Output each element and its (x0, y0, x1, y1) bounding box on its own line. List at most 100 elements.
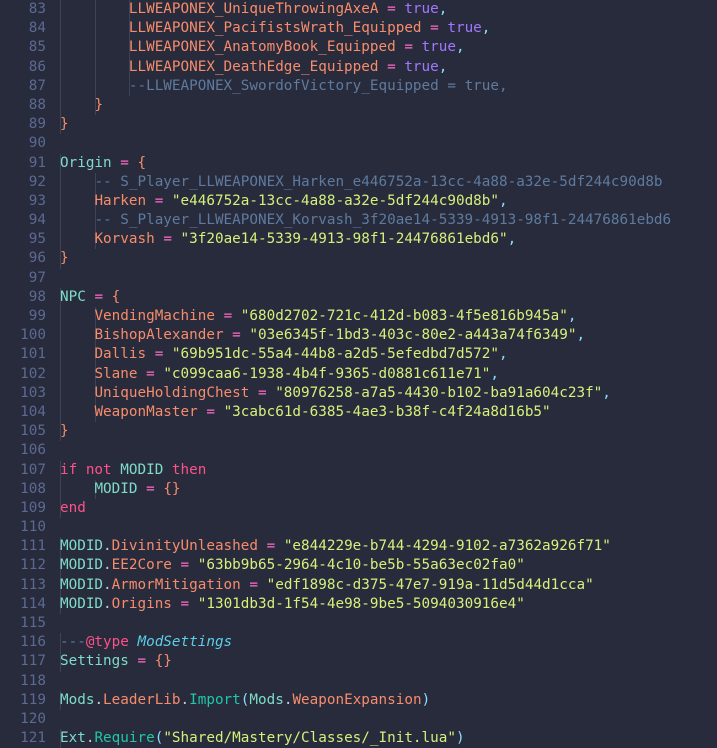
code-line[interactable]: 109 end (0, 498, 717, 519)
code-line[interactable]: 115 (0, 614, 717, 633)
line-number: 88 (28, 96, 46, 113)
code-line[interactable]: 112 MODID.EE2Core = "63bb9b65-2964-4c10-b… (0, 556, 717, 576)
code-token: Mods (60, 691, 95, 708)
code-token: end (60, 499, 86, 516)
code-line[interactable]: 102 Slane = "c099caa6-1938-4b4f-9365-d08… (0, 364, 717, 384)
line-content[interactable]: Ext.Require("Shared/Mastery/Classes/_Ini… (60, 729, 465, 748)
code-line[interactable]: 100 BishopAlexander = "03e6345f-1bd3-403… (0, 326, 717, 346)
code-token: = (163, 231, 172, 248)
line-content[interactable]: -- S_Player_LLWEAPONEX_Harken_e446752a-1… (60, 173, 662, 192)
line-content[interactable]: Origin = { (60, 154, 146, 173)
line-content[interactable]: UniqueHoldingChest = "80976258-a7a5-4430… (60, 384, 610, 403)
code-line[interactable]: 99 VendingMachine = "680d2702-721c-412d-… (0, 307, 717, 327)
code-line[interactable]: 88 } (0, 95, 717, 116)
line-content[interactable]: Dallis = "69b951dc-55a4-44b8-a2d5-5efedb… (60, 345, 508, 364)
code-line[interactable]: 120 (0, 710, 717, 729)
line-content[interactable]: LLWEAPONEX_AnatomyBook_Equipped = true, (60, 38, 465, 57)
code-token: true (421, 39, 456, 56)
code-line[interactable]: 89} (0, 115, 717, 135)
line-content[interactable]: Harken = "e446752a-13cc-4a88-a32e-5df244… (60, 192, 507, 211)
code-lines-container[interactable]: 83 LLWEAPONEX_UniqueThrowingAxeA = true,… (0, 0, 717, 748)
code-token: , (499, 346, 508, 363)
code-line[interactable]: 103 UniqueHoldingChest = "80976258-a7a5-… (0, 383, 717, 403)
code-token: = (206, 403, 215, 420)
line-content[interactable]: } (60, 249, 69, 268)
code-line[interactable]: 101 Dallis = "69b951dc-55a4-44b8-a2d5-5e… (0, 345, 717, 365)
code-token: MODID (60, 576, 104, 593)
code-line[interactable]: 90 (0, 134, 717, 153)
code-line[interactable]: 83 LLWEAPONEX_UniqueThrowingAxeA = true, (0, 0, 717, 20)
line-content[interactable]: --LLWEAPONEX_SwordofVictory_Equipped = t… (60, 77, 508, 96)
code-line[interactable]: 87 --LLWEAPONEX_SwordofVictory_Equipped … (0, 76, 717, 96)
code-token: , (481, 20, 491, 37)
line-content[interactable]: WeaponMaster = "3cabc61d-6385-4ae3-b38f-… (60, 403, 550, 422)
line-content[interactable]: -- S_Player_LLWEAPONEX_Korvash_3f20ae14-… (60, 211, 671, 230)
code-line[interactable]: 105} (0, 422, 717, 442)
code-line[interactable]: 93 Harken = "e446752a-13cc-4a88-a32e-5df… (0, 191, 717, 212)
code-token: { (137, 154, 147, 171)
code-line[interactable]: 94 -- S_Player_LLWEAPONEX_Korvash_3f20ae… (0, 211, 717, 231)
code-line[interactable]: 108 MODID = {} (0, 479, 717, 499)
code-line[interactable]: 104 WeaponMaster = "3cabc61d-6385-4ae3-b… (0, 402, 717, 423)
line-content[interactable]: MODID.ArmorMitigation = "edf1898c-d375-4… (60, 576, 594, 595)
code-line[interactable]: 97 (0, 269, 717, 288)
line-content[interactable]: Mods.LeaderLib.Import(Mods.WeaponExpansi… (60, 691, 430, 710)
line-content[interactable]: BishopAlexander = "03e6345f-1bd3-403c-80… (60, 326, 585, 345)
code-line[interactable]: 117 Settings = {} (0, 652, 717, 672)
line-content[interactable]: VendingMachine = "680d2702-721c-412d-b08… (60, 307, 576, 326)
line-content[interactable]: end (60, 499, 86, 518)
code-line[interactable]: 92 -- S_Player_LLWEAPONEX_Harken_e446752… (0, 172, 717, 192)
line-content[interactable]: MODID.EE2Core = "63bb9b65-2964-4c10-be5b… (60, 556, 525, 575)
code-line[interactable]: 107 if not MODID then (0, 460, 717, 480)
code-line[interactable]: 113 MODID.ArmorMitigation = "edf1898c-d37… (0, 575, 717, 595)
code-line[interactable]: 118 (0, 672, 717, 691)
line-content[interactable]: Settings = {} (60, 652, 172, 671)
line-number: 95 (28, 231, 46, 248)
code-line[interactable]: 86 LLWEAPONEX_DeathEdge_Equipped = true, (0, 57, 717, 77)
line-content[interactable]: LLWEAPONEX_UniqueThrowingAxeA = true, (60, 0, 448, 19)
code-line[interactable]: 110 (0, 518, 717, 537)
code-line[interactable]: 121 Ext.Require("Shared/Mastery/Classes/_… (0, 729, 717, 748)
code-token: WeaponMaster (94, 403, 198, 420)
line-content[interactable]: MODID = {} (60, 480, 180, 499)
line-content[interactable]: Slane = "c099caa6-1938-4b4f-9365-d0881c6… (60, 365, 499, 384)
line-content[interactable]: LLWEAPONEX_DeathEdge_Equipped = true, (60, 58, 448, 77)
code-token: Slane (94, 365, 138, 382)
code-line[interactable]: 96} (0, 249, 717, 269)
line-content[interactable]: } (60, 96, 103, 115)
line-content[interactable]: LLWEAPONEX_PacifistsWrath_Equipped = tru… (60, 19, 491, 38)
code-line[interactable]: 84 LLWEAPONEX_PacifistsWrath_Equipped = … (0, 19, 717, 39)
code-token: then (171, 461, 207, 478)
line-content[interactable]: Korvash = "3f20ae14-5339-4913-98f1-24476… (60, 230, 516, 249)
line-content[interactable]: MODID.Origins = "1301db3d-1f54-4e98-9be5… (60, 595, 525, 614)
code-line[interactable]: 98 NPC = { (0, 287, 717, 307)
line-content[interactable]: NPC = { (60, 288, 120, 307)
line-number: 117 (20, 653, 46, 670)
line-number: 93 (28, 192, 46, 209)
line-number: 94 (28, 212, 46, 229)
line-content[interactable]: } (60, 115, 69, 134)
code-line[interactable]: 119 Mods.LeaderLib.Import(Mods.WeaponExpa… (0, 690, 717, 710)
code-line[interactable]: 111 MODID.DivinityUnleashed = "e844229e-b… (0, 537, 717, 557)
code-line[interactable]: 106 (0, 441, 717, 460)
line-content[interactable]: MODID.DivinityUnleashed = "e844229e-b744… (60, 537, 611, 556)
line-number: 113 (20, 576, 46, 593)
line-number: 91 (28, 154, 46, 171)
code-editor-pane[interactable]: 83 LLWEAPONEX_UniqueThrowingAxeA = true,… (0, 0, 717, 748)
line-content[interactable]: ---@type ModSettings (60, 633, 232, 652)
code-line[interactable]: 116 ---@type ModSettings (0, 633, 717, 653)
line-content[interactable]: if not MODID then (60, 461, 206, 480)
line-content[interactable]: } (60, 422, 69, 441)
code-line[interactable]: 85 LLWEAPONEX_AnatomyBook_Equipped = tru… (0, 38, 717, 58)
code-token: Origins (111, 595, 172, 612)
code-line[interactable]: 95 Korvash = "3f20ae14-5339-4913-98f1-24… (0, 230, 717, 250)
line-number: 115 (20, 615, 46, 631)
code-line[interactable]: 91 Origin = { (0, 153, 717, 173)
code-line[interactable]: 114 MODID.Origins = "1301db3d-1f54-4e98-9… (0, 594, 717, 614)
